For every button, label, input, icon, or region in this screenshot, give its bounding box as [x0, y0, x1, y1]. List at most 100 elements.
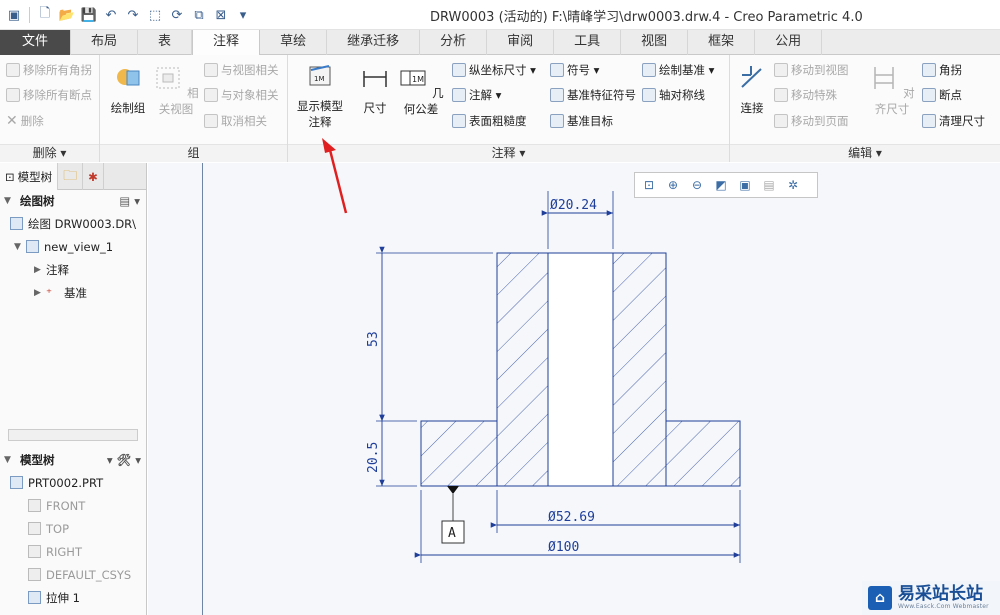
tab-view[interactable]: 视图: [621, 30, 689, 55]
collapse-arrow-icon[interactable]: ▼: [4, 455, 16, 465]
tree-item-front[interactable]: FRONT: [0, 494, 147, 517]
left-wall: [496, 252, 549, 487]
tab-file[interactable]: 文件: [0, 30, 72, 55]
app-menu-icon[interactable]: ▣: [4, 5, 24, 25]
tab-folder-browser[interactable]: 🗀: [58, 163, 84, 190]
drawing-tree-header[interactable]: ▼ 绘图树 ▤ ▾: [0, 190, 146, 212]
corner-button[interactable]: 角拐: [922, 61, 962, 79]
show-model-annotations-button[interactable]: 1M 显示模型 注释: [292, 61, 348, 130]
object-related-button[interactable]: 与对象相关: [204, 86, 279, 104]
remove-all-angles-button[interactable]: 移除所有角拐: [6, 61, 92, 79]
delete-group-label[interactable]: 删除 ▾: [0, 144, 99, 162]
expand-arrow-icon[interactable]: ▶: [34, 288, 46, 298]
tree-item-part[interactable]: PRT0002.PRT: [0, 471, 147, 494]
draw-datum-button[interactable]: 绘制基准 ▾: [642, 61, 714, 79]
tab-model-tree[interactable]: ⊡ 模型树: [0, 163, 59, 190]
expand-arrow-icon[interactable]: ▼: [14, 242, 26, 252]
datum-feature-symbol-icon: [550, 88, 564, 102]
tree-item-extrude[interactable]: 拉伸 1: [0, 586, 147, 609]
save-icon[interactable]: 💾: [79, 5, 99, 25]
tab-common[interactable]: 公用: [755, 30, 823, 55]
tab-table[interactable]: 表: [138, 30, 193, 55]
datum-target-button[interactable]: 基准目标: [550, 112, 613, 130]
close-window-icon[interactable]: ⊠: [211, 5, 231, 25]
ordinate-dimension-button[interactable]: 纵坐标尺寸 ▾: [452, 61, 536, 79]
view-related-button[interactable]: 与视图相关: [204, 61, 279, 79]
model-tree-settings-icon[interactable]: ▾ 🛠 ▾: [107, 453, 141, 467]
related-view-button[interactable]: 相关视图: [152, 63, 200, 117]
tree-item-drawing[interactable]: 绘图 DRW0003.DR\: [0, 212, 146, 235]
tree-item-top[interactable]: TOP: [0, 517, 147, 540]
model-tree-header[interactable]: ▼ 模型树 ▾ 🛠 ▾: [0, 449, 147, 471]
tree-item-annotation[interactable]: ▶ 注释: [0, 258, 146, 281]
horizontal-scrollbar[interactable]: [8, 429, 138, 441]
delete-button[interactable]: ✕ 删除: [6, 112, 44, 130]
star-window-icon: ✱: [88, 169, 98, 184]
tab-review[interactable]: 审阅: [487, 30, 555, 55]
symbol-button[interactable]: 符号 ▾: [550, 61, 599, 79]
new-file-icon[interactable]: 🗋: [35, 5, 55, 25]
draw-group-button[interactable]: 绘制组: [106, 63, 150, 116]
tree-item-right[interactable]: RIGHT: [0, 540, 147, 563]
datum-target-icon: [550, 114, 564, 128]
right-flange: [665, 420, 741, 487]
bore: [547, 252, 614, 487]
edit-group-label[interactable]: 编辑 ▾: [730, 144, 1000, 162]
connect-button[interactable]: 连接: [734, 63, 770, 116]
drawing-canvas[interactable]: ⊡ ⊕ ⊖ ◩ ▣ ▤ ✲ Ø20.24 53 20.5 Ø52.69 Ø100…: [148, 163, 1000, 615]
draw-group-icon: [117, 69, 140, 86]
group-group: 绘制组 相关视图 与视图相关 与对象相关 取消相关 组: [100, 55, 288, 162]
surface-finish-button[interactable]: 表面粗糙度: [452, 112, 527, 130]
customize-toolbar-icon[interactable]: ▾: [233, 5, 253, 25]
axis-symmetric-button[interactable]: 轴对称线: [642, 86, 705, 104]
regenerate-icon[interactable]: ⟳: [167, 5, 187, 25]
select-box-icon[interactable]: ⬚: [145, 5, 165, 25]
annotation-group-label[interactable]: 注释 ▾: [288, 144, 729, 162]
expand-arrow-icon[interactable]: ▶: [34, 265, 46, 275]
tree-item-view[interactable]: ▼ new_view_1: [0, 235, 146, 258]
move-special-button[interactable]: 移动特殊: [774, 86, 837, 104]
windows-icon[interactable]: ⧉: [189, 5, 209, 25]
dim-height[interactable]: 53: [366, 331, 381, 347]
move-to-view-button[interactable]: 移动到视图: [774, 61, 849, 79]
geometric-tolerance-button[interactable]: 1M 几何公差: [396, 63, 446, 117]
dim-flange-height[interactable]: 20.5: [366, 442, 381, 473]
tree-item-datum[interactable]: ▶ ⁺ 基准: [0, 281, 146, 304]
dim-mid-diameter[interactable]: Ø52.69: [548, 510, 595, 525]
tab-frame[interactable]: 框架: [688, 30, 756, 55]
part-section-view[interactable]: [420, 252, 741, 487]
collapse-arrow-icon[interactable]: ▼: [4, 196, 16, 206]
tab-legacy-migration[interactable]: 继承迁移: [327, 30, 421, 55]
breakpoint-button[interactable]: 断点: [922, 86, 962, 104]
ordinate-dimension-icon: [452, 63, 466, 77]
show-model-annotations-icon: 1M: [309, 65, 331, 86]
tree-item-csys[interactable]: DEFAULT_CSYS: [0, 563, 147, 586]
tab-favorites[interactable]: ✱: [83, 163, 104, 190]
tab-layout[interactable]: 布局: [71, 30, 139, 55]
dim-top-diameter[interactable]: Ø20.24: [550, 198, 597, 213]
tab-tools[interactable]: 工具: [554, 30, 622, 55]
cancel-related-icon: [204, 114, 218, 128]
cancel-related-button[interactable]: 取消相关: [204, 112, 267, 130]
toolbar-separator: [29, 7, 30, 23]
clean-dimension-button[interactable]: 清理尺寸: [922, 112, 985, 130]
geometric-tolerance-icon: 1M: [400, 70, 426, 86]
datum-feature-symbol-button[interactable]: 基准特征符号: [550, 86, 636, 104]
note-button[interactable]: 注解 ▾: [452, 86, 501, 104]
remove-angles-icon: [6, 63, 20, 77]
redo-icon[interactable]: ↷: [123, 5, 143, 25]
remove-all-breaks-button[interactable]: 移除所有断点: [6, 86, 92, 104]
dimension-button[interactable]: 尺寸: [358, 63, 392, 116]
dim-bottom-diameter[interactable]: Ø100: [548, 540, 579, 555]
dimension-icon: [363, 71, 387, 87]
datum-feature-symbol[interactable]: A: [441, 486, 465, 544]
undo-icon[interactable]: ↶: [101, 5, 121, 25]
tab-analysis[interactable]: 分析: [420, 30, 488, 55]
move-to-page-button[interactable]: 移动到页面: [774, 112, 849, 130]
align-dimension-button[interactable]: 对齐尺寸: [866, 63, 918, 117]
tab-annotate[interactable]: 注释: [192, 30, 261, 56]
svg-text:1M: 1M: [314, 75, 325, 83]
open-file-icon[interactable]: 📂: [57, 5, 77, 25]
tab-sketch[interactable]: 草绘: [260, 30, 328, 55]
tree-settings-icon[interactable]: ▤ ▾: [119, 194, 140, 208]
